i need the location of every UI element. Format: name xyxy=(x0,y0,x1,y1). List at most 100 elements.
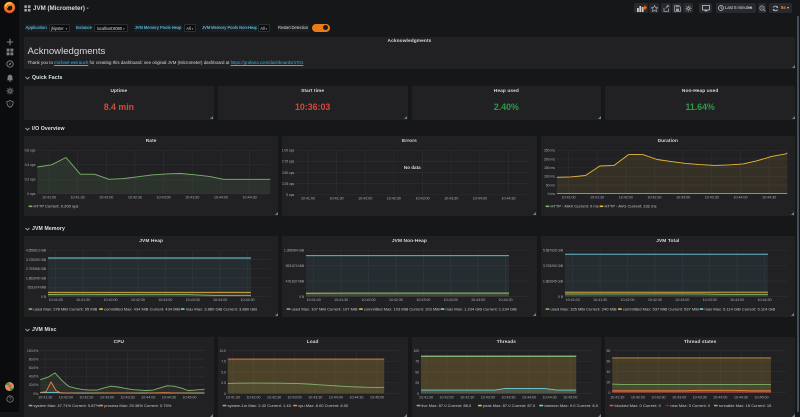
svg-text:10:44:30: 10:44:30 xyxy=(734,395,748,399)
svg-text:peak Max: 87.0 Current: 87.0: peak Max: 87.0 Current: 87.0 xyxy=(482,403,535,408)
svg-text:system Max: 47.71% Current: 9: system Max: 47.71% Current: 9.87% xyxy=(34,403,100,408)
svg-text:committed Max: 537 MiB Curren: committed Max: 537 MiB Current: 537 MiB xyxy=(623,306,699,311)
svg-text:10.0: 10.0 xyxy=(219,349,226,353)
svg-text:10:44:30: 10:44:30 xyxy=(349,395,363,399)
svg-text:100 ms: 100 ms xyxy=(544,175,555,179)
svg-text:runnable Max: 15 Current: 15: runnable Max: 15 Current: 15 xyxy=(719,403,772,408)
svg-text:200 ms: 200 ms xyxy=(544,157,555,161)
svg-text:50: 50 xyxy=(415,370,419,374)
svg-text:10:43:00: 10:43:00 xyxy=(157,195,171,199)
svg-text:process Max: 29.38% Current:: process Max: 29.38% Current: 0.79% xyxy=(104,403,172,408)
svg-text:10:44:30: 10:44:30 xyxy=(762,195,776,199)
svg-text:10:42:30: 10:42:30 xyxy=(387,196,401,200)
svg-text:40.0%: 40.0% xyxy=(29,375,39,379)
svg-text:10:44:30: 10:44:30 xyxy=(757,298,771,302)
svg-text:4.656613 GiB: 4.656613 GiB xyxy=(26,249,47,253)
svg-text:!: ! xyxy=(9,101,10,106)
svg-text:953.674 MiB: 953.674 MiB xyxy=(286,264,305,268)
svg-text:20.0%: 20.0% xyxy=(29,383,39,387)
svg-text:10:42:00: 10:42:00 xyxy=(439,395,453,399)
svg-text:2.793968 GiB: 2.793968 GiB xyxy=(26,267,47,271)
svg-text:10:43:00: 10:43:00 xyxy=(416,196,430,200)
svg-text:0.4 ops: 0.4 ops xyxy=(25,163,36,167)
svg-text:0: 0 xyxy=(609,391,611,395)
svg-text:10:41:30: 10:41:30 xyxy=(225,395,239,399)
svg-text:10:41:00: 10:41:00 xyxy=(307,298,321,302)
svg-text:10:43:00: 10:43:00 xyxy=(676,195,690,199)
svg-text:10:42:30: 10:42:30 xyxy=(460,395,474,399)
svg-text:75: 75 xyxy=(415,360,419,364)
svg-text:HTTP - AVG Current: 232 ms: HTTP - AVG Current: 232 ms xyxy=(604,204,656,209)
svg-text:0.75 ops: 0.75 ops xyxy=(282,160,295,164)
svg-text:10:42:00: 10:42:00 xyxy=(246,395,260,399)
svg-text:10:42:00: 10:42:00 xyxy=(358,196,372,200)
svg-text:10:42:00: 10:42:00 xyxy=(618,195,632,199)
svg-text:250 ms: 250 ms xyxy=(544,149,555,153)
svg-text:10:41:30: 10:41:30 xyxy=(38,395,52,399)
svg-text:10:42:00: 10:42:00 xyxy=(631,395,645,399)
svg-text:live Max: 87.0 Current: 86.0: live Max: 87.0 Current: 86.0 xyxy=(421,403,471,408)
svg-text:new Max: 0 Current: 0: new Max: 0 Current: 0 xyxy=(671,403,712,408)
svg-text:1.396984 GiB: 1.396984 GiB xyxy=(284,249,305,253)
svg-text:blocked Max: 0 Current: 0: blocked Max: 0 Current: 0 xyxy=(615,403,662,408)
svg-text:10:41:00: 10:41:00 xyxy=(49,298,63,302)
svg-text:10:43:30: 10:43:30 xyxy=(702,298,716,302)
svg-text:max Max: 3.880 GiB Current: 3: max Max: 3.880 GiB Current: 3.880 GiB xyxy=(186,306,258,311)
svg-text:No data: No data xyxy=(404,165,421,170)
svg-text:used Max: 278 MiB Current: 95: used Max: 278 MiB Current: 95 MiB xyxy=(33,306,97,311)
svg-text:10:44:30: 10:44:30 xyxy=(240,298,254,302)
svg-text:10:43:00: 10:43:00 xyxy=(675,298,689,302)
svg-text:10:45:00: 10:45:00 xyxy=(182,395,196,399)
svg-text:system-1m Max: 2.42 Current:: system-1m Max: 2.42 Current: 1.43 xyxy=(227,403,291,408)
svg-text:used Max: 325 MiB Current: 24: used Max: 325 MiB Current: 240 MiB xyxy=(550,306,616,311)
svg-text:100: 100 xyxy=(413,349,419,353)
svg-text:0 B: 0 B xyxy=(299,295,305,299)
svg-text:10:43:00: 10:43:00 xyxy=(417,298,431,302)
svg-text:10:42:00: 10:42:00 xyxy=(103,298,117,302)
svg-text:10:41:30: 10:41:30 xyxy=(76,298,90,302)
svg-text:60: 60 xyxy=(607,359,611,363)
svg-text:10:44:30: 10:44:30 xyxy=(502,196,516,200)
svg-text:10:45:00: 10:45:00 xyxy=(755,395,769,399)
svg-text:10:41:30: 10:41:30 xyxy=(593,298,607,302)
svg-text:10:43:00: 10:43:00 xyxy=(480,395,494,399)
svg-text:0 ms: 0 ms xyxy=(547,192,555,196)
svg-text:10:42:30: 10:42:30 xyxy=(647,195,661,199)
svg-text:10:43:30: 10:43:30 xyxy=(444,298,458,302)
svg-text:100.0%: 100.0% xyxy=(27,349,39,353)
svg-text:2.5: 2.5 xyxy=(221,381,226,385)
svg-text:10:43:00: 10:43:00 xyxy=(158,298,172,302)
svg-text:80: 80 xyxy=(607,349,611,353)
svg-text:10:41:00: 10:41:00 xyxy=(42,195,56,199)
svg-text:10:44:00: 10:44:00 xyxy=(521,395,535,399)
svg-text:10:41:30: 10:41:30 xyxy=(334,298,348,302)
svg-text:10:42:00: 10:42:00 xyxy=(362,298,376,302)
svg-text:10:41:00: 10:41:00 xyxy=(565,298,579,302)
svg-text:0 B: 0 B xyxy=(41,295,47,299)
svg-text:3.725290 GiB: 3.725290 GiB xyxy=(26,258,47,262)
svg-text:used Max: 107 MiB Current: 10: used Max: 107 MiB Current: 107 MiB xyxy=(292,306,358,311)
svg-text:10:43:30: 10:43:30 xyxy=(186,298,200,302)
svg-text:HTTP - MAX Current: 0 ms: HTTP - MAX Current: 0 ms xyxy=(550,204,598,209)
svg-text:3.725290 GiB: 3.725290 GiB xyxy=(543,264,564,268)
svg-text:10:42:00: 10:42:00 xyxy=(620,298,634,302)
svg-text:40: 40 xyxy=(607,370,611,374)
svg-text:10:44:30: 10:44:30 xyxy=(243,195,257,199)
svg-text:5.587935 GiB: 5.587935 GiB xyxy=(543,249,564,253)
svg-text:10:41:30: 10:41:30 xyxy=(330,196,344,200)
svg-text:20: 20 xyxy=(607,380,611,384)
svg-text:476.837 MiB: 476.837 MiB xyxy=(286,279,305,283)
svg-text:10:42:30: 10:42:30 xyxy=(131,298,145,302)
svg-text:10:42:00: 10:42:00 xyxy=(99,195,113,199)
svg-text:50 ms: 50 ms xyxy=(545,183,554,187)
svg-text:0 ops: 0 ops xyxy=(27,192,35,196)
svg-text:10:43:30: 10:43:30 xyxy=(704,195,718,199)
svg-text:committed Max: 103 MiB Curren: committed Max: 103 MiB Current: 103 MiB xyxy=(364,306,440,311)
svg-text:daemon Max: 9.0 Current: 8.0: daemon Max: 9.0 Current: 8.0 xyxy=(544,403,599,408)
svg-text:1.862645 GiB: 1.862645 GiB xyxy=(543,279,564,283)
svg-text:10:41:30: 10:41:30 xyxy=(610,395,624,399)
svg-text:HTTP Current: 0.200 ops: HTTP Current: 0.200 ops xyxy=(33,204,78,209)
svg-text:60.0%: 60.0% xyxy=(29,366,39,370)
svg-text:7.5: 7.5 xyxy=(221,360,226,364)
svg-text:10:44:00: 10:44:00 xyxy=(471,298,485,302)
